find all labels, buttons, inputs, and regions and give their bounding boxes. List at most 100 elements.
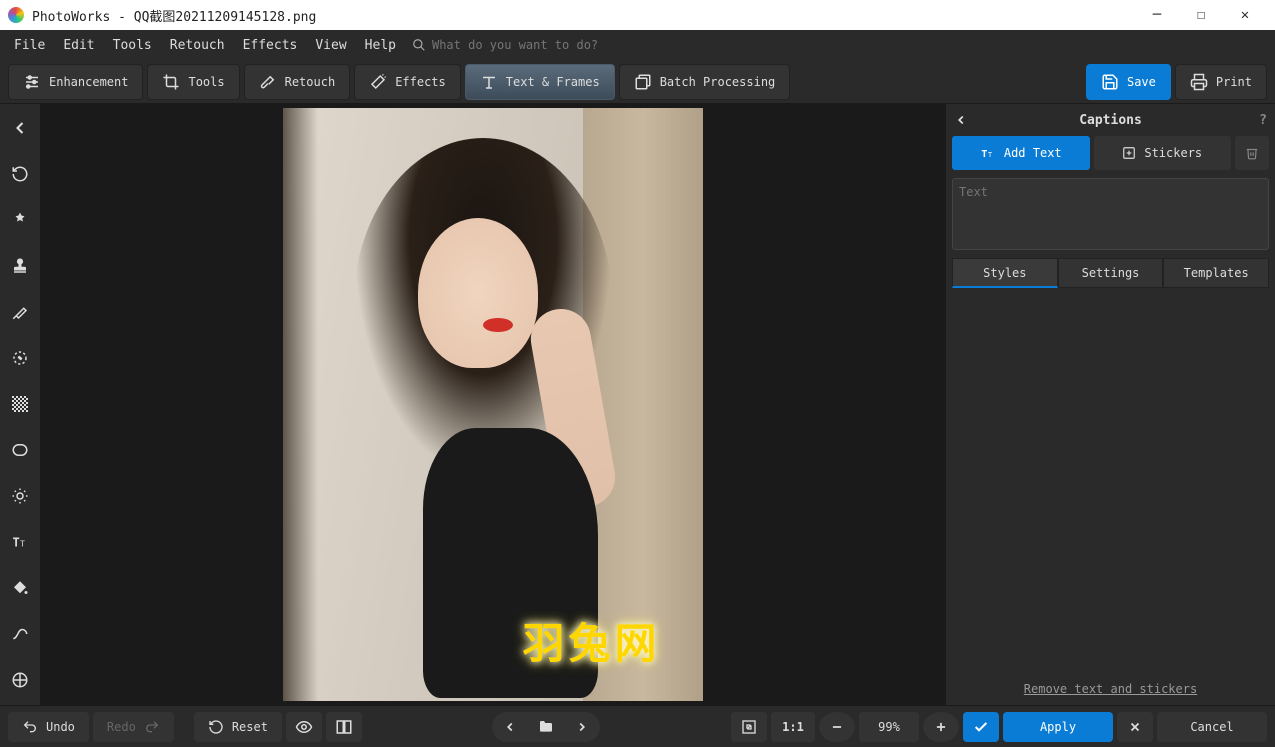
gradient-button[interactable] bbox=[4, 388, 36, 420]
text-icon bbox=[480, 73, 498, 91]
panel-footer: Remove text and stickers bbox=[946, 670, 1275, 705]
layers-icon bbox=[634, 73, 652, 91]
cancel-button[interactable]: Cancel bbox=[1157, 712, 1267, 742]
text-icon: TT bbox=[980, 145, 996, 161]
healing-button[interactable] bbox=[4, 204, 36, 236]
zoom-out-button[interactable] bbox=[819, 712, 855, 742]
menu-edit[interactable]: Edit bbox=[55, 34, 102, 57]
cancel-x-button[interactable] bbox=[1117, 712, 1153, 742]
menu-retouch[interactable]: Retouch bbox=[162, 34, 233, 57]
close-button[interactable]: ✕ bbox=[1223, 0, 1267, 30]
print-button[interactable]: Print bbox=[1175, 64, 1267, 100]
brush-icon bbox=[259, 73, 277, 91]
reset-button[interactable]: Reset bbox=[194, 712, 282, 742]
caption-textarea[interactable] bbox=[952, 178, 1269, 250]
actual-size-button[interactable]: 1:1 bbox=[771, 712, 815, 742]
back-arrow-button[interactable] bbox=[4, 112, 36, 144]
brightness-button[interactable] bbox=[4, 480, 36, 512]
brush-tool-button[interactable] bbox=[4, 296, 36, 328]
effects-button[interactable]: Effects bbox=[354, 64, 461, 100]
enhancement-button[interactable]: Enhancement bbox=[8, 64, 143, 100]
save-label: Save bbox=[1127, 75, 1156, 89]
menu-tools[interactable]: Tools bbox=[105, 34, 160, 57]
menu-view[interactable]: View bbox=[307, 34, 354, 57]
subtab-settings[interactable]: Settings bbox=[1058, 258, 1164, 288]
photo-preview: 羽兔网 bbox=[283, 108, 703, 701]
text-frames-button[interactable]: Text & Frames bbox=[465, 64, 615, 100]
delete-button[interactable] bbox=[1235, 136, 1269, 170]
radial-button[interactable] bbox=[4, 342, 36, 374]
tab-stickers[interactable]: Stickers bbox=[1094, 136, 1232, 170]
panel-tabs: TT Add Text Stickers bbox=[946, 136, 1275, 176]
search-icon bbox=[412, 38, 426, 52]
main-toolbar: Enhancement Tools Retouch Effects Text &… bbox=[0, 60, 1275, 104]
undo-label: Undo bbox=[46, 720, 75, 734]
apply-button[interactable]: Apply bbox=[1003, 712, 1113, 742]
panel-back-button[interactable] bbox=[954, 113, 974, 127]
curve-button[interactable] bbox=[4, 618, 36, 650]
text-tool-button[interactable]: TT bbox=[4, 526, 36, 558]
svg-text:T: T bbox=[13, 536, 20, 550]
save-button[interactable]: Save bbox=[1086, 64, 1171, 100]
menu-help[interactable]: Help bbox=[357, 34, 404, 57]
canvas-area[interactable]: 羽兔网 bbox=[40, 104, 945, 705]
crop-icon bbox=[162, 73, 180, 91]
svg-text:T: T bbox=[988, 151, 992, 159]
add-text-label: Add Text bbox=[1004, 146, 1062, 160]
stamp-button[interactable] bbox=[4, 250, 36, 282]
redo-button[interactable]: Redo bbox=[93, 712, 174, 742]
enhancement-label: Enhancement bbox=[49, 75, 128, 89]
subtab-templates[interactable]: Templates bbox=[1163, 258, 1269, 288]
tab-add-text[interactable]: TT Add Text bbox=[952, 136, 1090, 170]
preview-button[interactable] bbox=[286, 712, 322, 742]
app-logo-icon bbox=[8, 7, 24, 23]
vignette-button[interactable] bbox=[4, 434, 36, 466]
panel-header: Captions ? bbox=[946, 104, 1275, 136]
right-panel: Captions ? TT Add Text Stickers Styles S… bbox=[945, 104, 1275, 705]
watermark-text: 羽兔网 bbox=[523, 610, 661, 671]
minimize-button[interactable]: ─ bbox=[1135, 0, 1179, 30]
titlebar: PhotoWorks - QQ截图20211209145128.png ─ ☐ … bbox=[0, 0, 1275, 30]
stickers-label: Stickers bbox=[1144, 146, 1202, 160]
svg-text:T: T bbox=[981, 149, 987, 160]
plus-icon bbox=[1122, 146, 1136, 160]
svg-text:T: T bbox=[20, 539, 25, 549]
target-button[interactable] bbox=[4, 664, 36, 696]
undo-button[interactable]: Undo bbox=[8, 712, 89, 742]
print-icon bbox=[1190, 73, 1208, 91]
maximize-button[interactable]: ☐ bbox=[1179, 0, 1223, 30]
menu-file[interactable]: File bbox=[6, 34, 53, 57]
panel-subtabs: Styles Settings Templates bbox=[952, 258, 1269, 288]
print-label: Print bbox=[1216, 75, 1252, 89]
compare-button[interactable] bbox=[326, 712, 362, 742]
app-title: PhotoWorks - QQ截图20211209145128.png bbox=[32, 6, 316, 25]
retouch-button[interactable]: Retouch bbox=[244, 64, 351, 100]
batch-button[interactable]: Batch Processing bbox=[619, 64, 791, 100]
menu-effects[interactable]: Effects bbox=[235, 34, 306, 57]
tools-label: Tools bbox=[188, 75, 224, 89]
wand-icon bbox=[369, 73, 387, 91]
zoom-in-button[interactable] bbox=[923, 712, 959, 742]
effects-label: Effects bbox=[395, 75, 446, 89]
zoom-value[interactable]: 99% bbox=[859, 712, 919, 742]
rotate-button[interactable] bbox=[4, 158, 36, 190]
undo-icon bbox=[22, 719, 38, 735]
redo-label: Redo bbox=[107, 720, 136, 734]
apply-check-button[interactable] bbox=[963, 712, 999, 742]
fill-button[interactable] bbox=[4, 572, 36, 604]
reset-icon bbox=[208, 719, 224, 735]
batch-label: Batch Processing bbox=[660, 75, 776, 89]
left-toolbar: TT bbox=[0, 104, 40, 705]
panel-help-button[interactable]: ? bbox=[1247, 113, 1267, 128]
nav-prev-button[interactable] bbox=[492, 712, 528, 742]
panel-title: Captions bbox=[974, 113, 1247, 128]
fit-button[interactable] bbox=[731, 712, 767, 742]
nav-folder-button[interactable] bbox=[528, 712, 564, 742]
tools-button[interactable]: Tools bbox=[147, 64, 239, 100]
subtab-styles[interactable]: Styles bbox=[952, 258, 1058, 288]
menubar: File Edit Tools Retouch Effects View Hel… bbox=[0, 30, 1275, 60]
nav-next-button[interactable] bbox=[564, 712, 600, 742]
remove-text-link[interactable]: Remove text and stickers bbox=[1024, 682, 1197, 696]
retouch-label: Retouch bbox=[285, 75, 336, 89]
search-input[interactable] bbox=[432, 38, 632, 52]
